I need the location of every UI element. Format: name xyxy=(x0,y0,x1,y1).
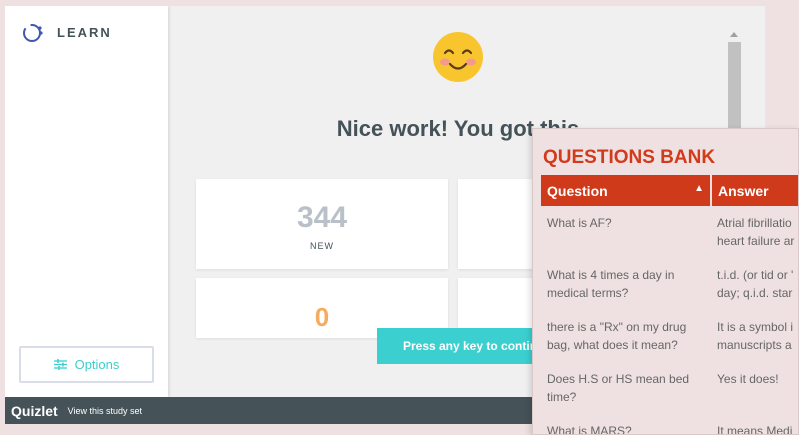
scrollbar[interactable] xyxy=(725,28,745,138)
sliders-icon xyxy=(53,359,67,370)
table-row: there is a "Rx" on my drug bag, what doe… xyxy=(541,310,798,362)
question-cell: What is MARS? xyxy=(547,424,632,435)
sidebar: LEARN Options xyxy=(5,6,168,397)
questions-bank-panel: QUESTIONS BANK Question ▲︎ Answer What is… xyxy=(532,128,799,435)
table-row: What is MARS? It means Medi xyxy=(541,414,798,435)
column-header-question[interactable]: Question ▲︎ xyxy=(541,175,712,206)
scroll-up-icon[interactable] xyxy=(730,32,738,37)
table-row: What is 4 times a day in medical terms? … xyxy=(541,258,798,310)
answer-cell: t.i.d. (or tid or ' day; q.i.d. star xyxy=(717,268,794,300)
sort-icon[interactable]: ▲︎ xyxy=(694,183,704,194)
view-study-set-link[interactable]: View this study set xyxy=(68,406,142,416)
new-count: 344 xyxy=(296,201,348,234)
question-cell: there is a "Rx" on my drug bag, what doe… xyxy=(547,320,687,352)
options-label: Options xyxy=(74,357,120,372)
options-button[interactable]: Options xyxy=(19,346,154,383)
smiling-face-icon xyxy=(433,32,483,82)
mode-label: LEARN xyxy=(57,25,112,40)
new-label: NEW xyxy=(310,241,334,251)
answer-cell: Yes it does! xyxy=(717,372,779,386)
answer-cell: Atrial fibrillatio heart failure ar xyxy=(717,216,795,248)
scroll-thumb[interactable] xyxy=(728,42,741,138)
question-cell: Does H.S or HS mean bed time? xyxy=(547,372,690,404)
quizlet-logo: Quizlet xyxy=(11,402,58,419)
table-row: Does H.S or HS mean bed time? Yes it doe… xyxy=(541,362,798,414)
answer-cell: It is a symbol i manuscripts a xyxy=(717,320,794,352)
questions-bank-title: QUESTIONS BANK xyxy=(543,147,716,168)
column-header-answer[interactable]: Answer xyxy=(711,175,798,206)
learn-mode-icon xyxy=(23,24,43,42)
table-row: What is AF? Atrial fibrillatio heart fail… xyxy=(541,206,798,258)
question-cell: What is AF? xyxy=(547,216,612,230)
question-cell: What is 4 times a day in medical terms? xyxy=(547,268,675,300)
new-terms-card: 344 NEW xyxy=(196,179,448,269)
answer-cell: It means Medi xyxy=(717,424,793,435)
questions-table: Question ▲︎ Answer What is AF? Atrial fib… xyxy=(541,175,798,435)
